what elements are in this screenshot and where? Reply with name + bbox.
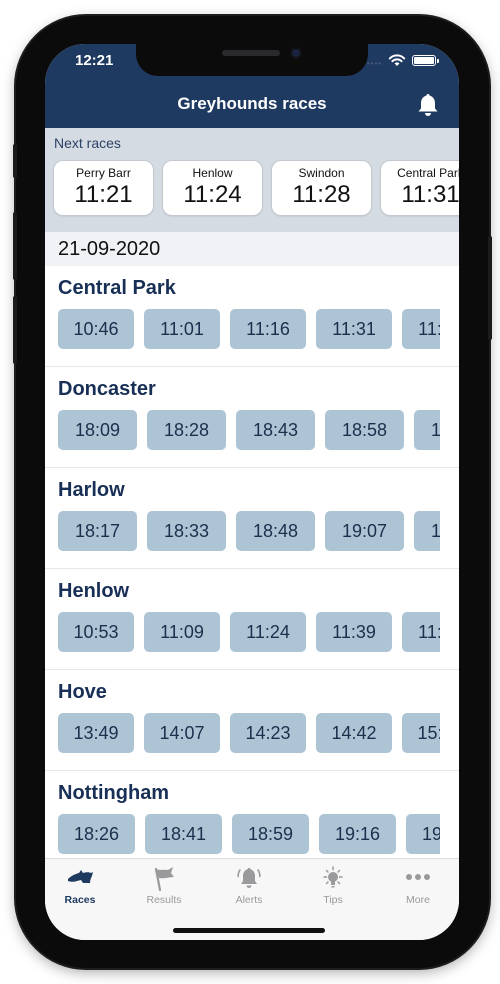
race-time-button[interactable]: 19:13 — [414, 410, 440, 450]
race-time-button[interactable]: 18:48 — [236, 511, 315, 551]
next-race-venue: Central Park — [397, 166, 459, 180]
notch — [136, 44, 368, 76]
meeting-row: Harlow 18:17 18:33 18:48 19:07 19:22 — [45, 468, 459, 569]
lightbulb-icon — [323, 866, 343, 888]
meeting-name: Doncaster — [58, 378, 156, 400]
race-time-button[interactable]: 14:07 — [144, 713, 220, 753]
tab-label: Tips — [323, 894, 343, 906]
race-time-button[interactable]: 19:31 — [406, 814, 440, 854]
race-times-scroller[interactable]: 18:26 18:41 18:59 19:16 19:31 — [58, 814, 440, 854]
race-times-scroller[interactable]: 18:09 18:28 18:43 18:58 19:13 — [58, 410, 440, 450]
race-time-button[interactable]: 14:42 — [316, 713, 392, 753]
signal-icon: •••• — [367, 59, 383, 68]
tab-label: Races — [64, 894, 96, 906]
race-date: 21-09-2020 — [58, 238, 161, 260]
app-screen: 12:21 •••• Greyhounds races Next races P… — [45, 44, 459, 940]
volume-up-button — [13, 212, 17, 280]
race-time-button[interactable]: 11:16 — [230, 309, 306, 349]
race-time-button[interactable]: 18:59 — [232, 814, 309, 854]
meeting-row: Henlow 10:53 11:09 11:24 11:39 11:54 — [45, 569, 459, 670]
race-time-button[interactable]: 11:39 — [316, 612, 392, 652]
tab-bar: Races Results Alerts Tips More — [45, 858, 459, 940]
tab-label: Results — [146, 894, 182, 906]
race-time-button[interactable]: 11:24 — [230, 612, 306, 652]
battery-icon — [412, 55, 439, 66]
race-time-button[interactable]: 11:46 — [402, 309, 440, 349]
next-race-card[interactable]: Perry Barr 11:21 — [54, 161, 153, 215]
tab-label: Alerts — [235, 894, 263, 906]
next-race-venue: Swindon — [298, 166, 345, 180]
meeting-name: Central Park — [58, 277, 176, 299]
page-title: Greyhounds races — [177, 94, 327, 113]
next-race-card[interactable]: Central Park 11:31 — [381, 161, 459, 215]
meeting-name: Henlow — [58, 580, 130, 602]
race-time-button[interactable]: 18:58 — [325, 410, 404, 450]
race-times-scroller[interactable]: 10:53 11:09 11:24 11:39 11:54 — [58, 612, 440, 652]
race-time-button[interactable]: 11:01 — [144, 309, 220, 349]
race-time-button[interactable]: 10:53 — [58, 612, 134, 652]
tab-results[interactable]: Results — [129, 865, 199, 906]
race-time-button[interactable]: 11:31 — [316, 309, 392, 349]
meeting-name: Hove — [58, 681, 107, 703]
front-camera — [290, 47, 302, 59]
mute-switch — [13, 144, 17, 178]
next-races-carousel[interactable]: Perry Barr 11:21 Henlow 11:24 Swindon 11… — [54, 161, 459, 215]
more-dots-icon — [406, 874, 430, 880]
race-time-button[interactable]: 15:01 — [402, 713, 440, 753]
next-races-label: Next races — [54, 135, 121, 151]
race-time-button[interactable]: 11:54 — [402, 612, 440, 652]
tab-races[interactable]: Races — [45, 865, 115, 906]
status-time: 12:21 — [75, 52, 114, 69]
bell-icon — [418, 94, 438, 116]
race-times-scroller[interactable]: 13:49 14:07 14:23 14:42 15:01 — [58, 713, 440, 753]
next-race-time: 11:31 — [401, 181, 459, 208]
tab-alerts[interactable]: Alerts — [214, 865, 284, 906]
next-race-time: 11:24 — [183, 181, 242, 208]
power-button — [488, 236, 492, 340]
bell-ringing-icon — [237, 868, 261, 888]
race-time-button[interactable]: 18:33 — [147, 511, 226, 551]
tab-label: More — [406, 894, 430, 906]
meeting-name: Harlow — [58, 479, 125, 501]
alerts-bell-button[interactable] — [415, 92, 441, 118]
volume-down-button — [13, 296, 17, 364]
speaker — [222, 50, 280, 56]
next-races-panel: Next races Perry Barr 11:21 Henlow 11:24… — [45, 128, 459, 232]
navigation-header: 12:21 •••• Greyhounds races — [45, 44, 459, 128]
next-race-time: 11:28 — [292, 181, 351, 208]
wifi-icon — [388, 54, 406, 66]
meeting-name: Nottingham — [58, 782, 170, 804]
date-section-header: 21-09-2020 — [45, 232, 459, 266]
race-time-button[interactable]: 14:23 — [230, 713, 306, 753]
meetings-list[interactable]: Central Park 10:46 11:01 11:16 11:31 11:… — [45, 266, 459, 858]
race-time-button[interactable]: 19:16 — [319, 814, 396, 854]
tab-tips[interactable]: Tips — [298, 865, 368, 906]
next-race-card[interactable]: Henlow 11:24 — [163, 161, 262, 215]
meeting-row: Central Park 10:46 11:01 11:16 11:31 11:… — [45, 266, 459, 367]
greyhound-icon — [68, 870, 93, 883]
flag-icon — [154, 867, 174, 891]
race-time-button[interactable]: 13:49 — [58, 713, 134, 753]
next-race-venue: Perry Barr — [76, 166, 131, 180]
race-time-button[interactable]: 18:17 — [58, 511, 137, 551]
race-time-button[interactable]: 18:43 — [236, 410, 315, 450]
race-times-scroller[interactable]: 18:17 18:33 18:48 19:07 19:22 — [58, 511, 440, 551]
next-race-venue: Henlow — [192, 166, 233, 180]
meeting-row: Doncaster 18:09 18:28 18:43 18:58 19:13 — [45, 367, 459, 468]
next-race-card[interactable]: Swindon 11:28 — [272, 161, 371, 215]
race-time-button[interactable]: 19:22 — [414, 511, 440, 551]
next-race-time: 11:21 — [74, 181, 133, 208]
race-time-button[interactable]: 18:26 — [58, 814, 135, 854]
home-indicator[interactable] — [173, 928, 325, 933]
meeting-row: Hove 13:49 14:07 14:23 14:42 15:01 — [45, 670, 459, 771]
race-time-button[interactable]: 19:07 — [325, 511, 404, 551]
race-times-scroller[interactable]: 10:46 11:01 11:16 11:31 11:46 — [58, 309, 440, 349]
meeting-row: Nottingham 18:26 18:41 18:59 19:16 19:31 — [45, 771, 459, 858]
race-time-button[interactable]: 11:09 — [144, 612, 220, 652]
race-time-button[interactable]: 10:46 — [58, 309, 134, 349]
race-time-button[interactable]: 18:28 — [147, 410, 226, 450]
tab-more[interactable]: More — [383, 865, 453, 906]
race-time-button[interactable]: 18:09 — [58, 410, 137, 450]
race-time-button[interactable]: 18:41 — [145, 814, 222, 854]
